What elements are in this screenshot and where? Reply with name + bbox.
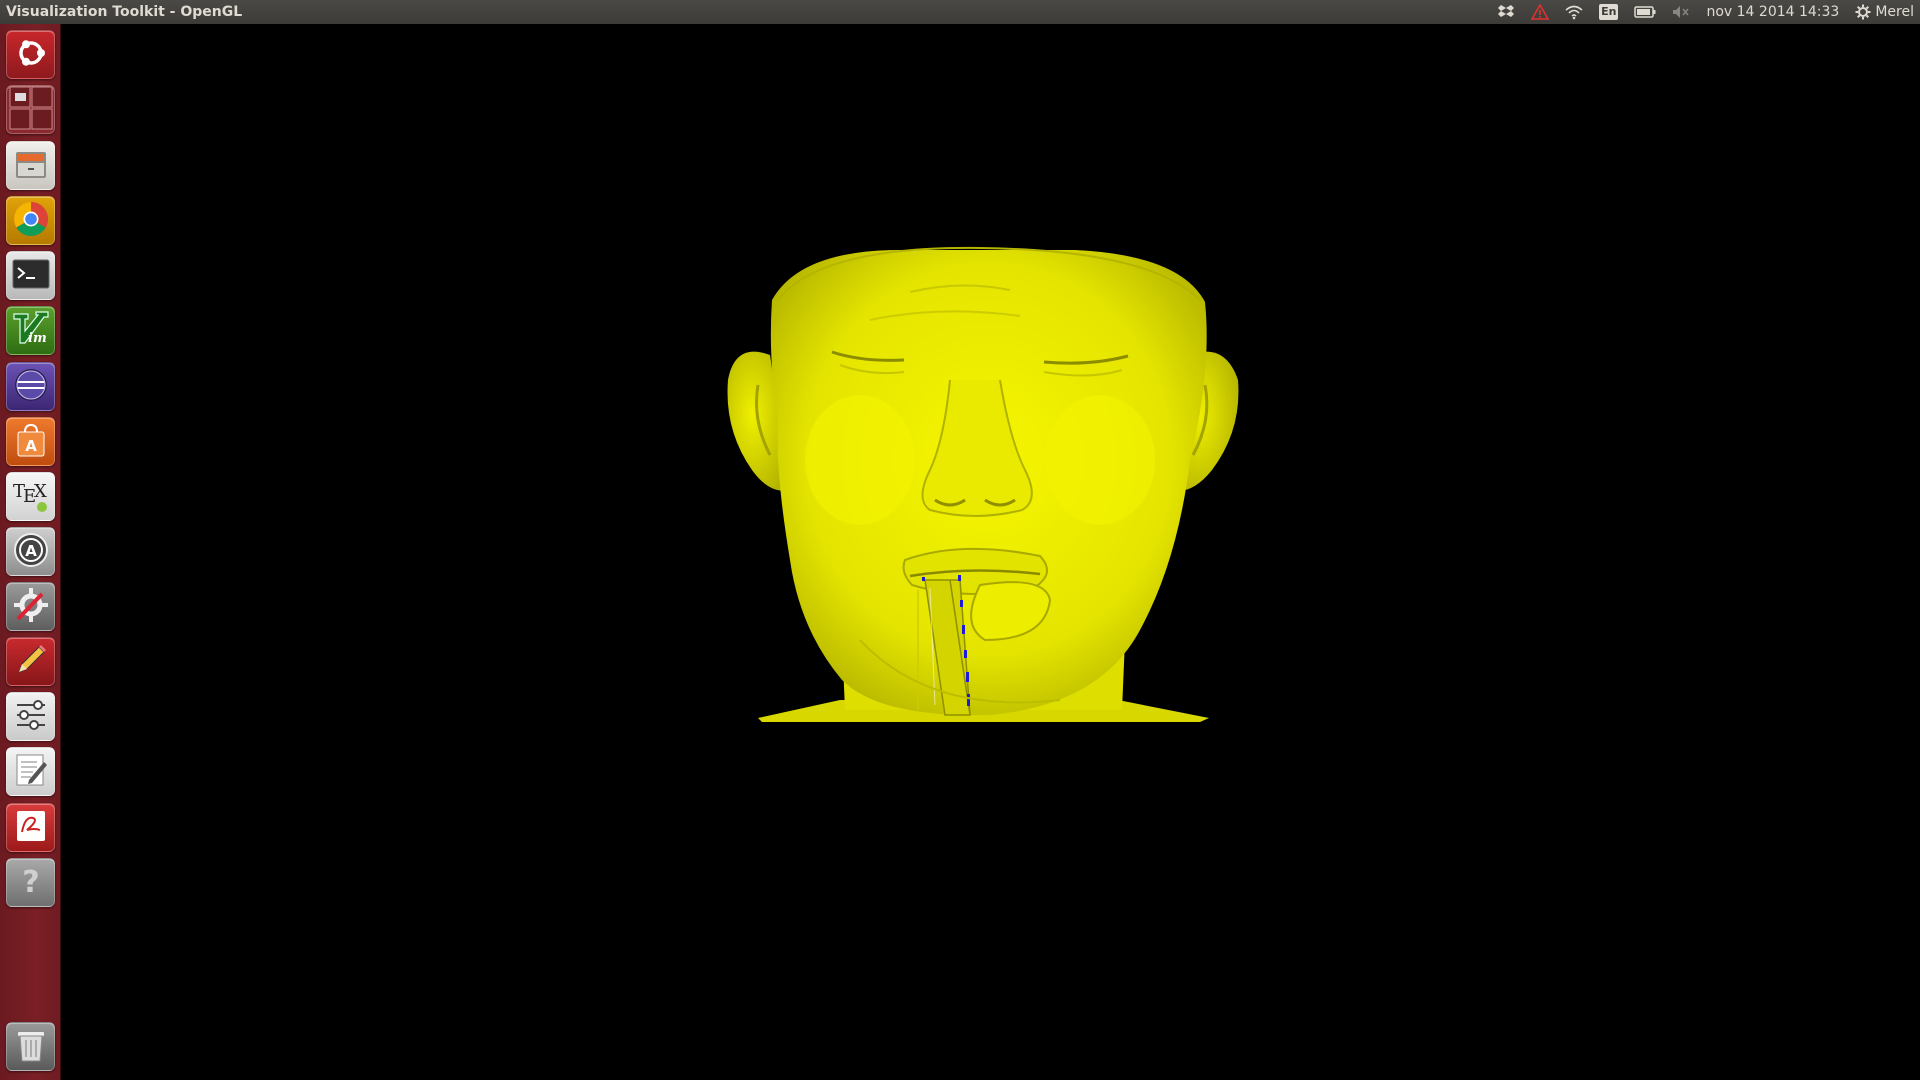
workspace-switcher-icon — [9, 86, 53, 133]
launcher-item-workspaces[interactable] — [6, 85, 55, 134]
launcher-item-document-viewer[interactable] — [6, 803, 55, 852]
software-center-icon: A — [13, 422, 49, 462]
clock[interactable]: nov 14 2014 14:33 — [1706, 0, 1839, 24]
settings-icon — [12, 586, 50, 628]
launcher-item-vim[interactable]: im — [6, 306, 55, 355]
software-updater-icon: A — [12, 531, 50, 573]
launcher: im A TEX A ? — [0, 24, 61, 1080]
launcher-item-trash[interactable] — [6, 1022, 55, 1071]
keyboard-layout-label: En — [1599, 4, 1619, 20]
top-panel: Visualization Toolkit - OpenGL En nov 14… — [0, 0, 1920, 24]
svg-text:A: A — [25, 542, 37, 560]
launcher-item-unknown[interactable]: ? — [6, 858, 55, 907]
warning-icon[interactable] — [1531, 0, 1550, 24]
terminal-icon — [12, 259, 50, 293]
tex-icon: TEX — [11, 475, 51, 519]
launcher-item-updater[interactable]: A — [6, 527, 55, 576]
launcher-item-dash[interactable] — [6, 30, 55, 79]
system-tray: En nov 14 2014 14:33 Merel — [1489, 0, 1920, 24]
keyboard-layout-indicator[interactable]: En — [1599, 0, 1619, 24]
dropbox-icon[interactable] — [1497, 0, 1515, 24]
launcher-item-chrome[interactable] — [6, 196, 55, 245]
session-gear-icon[interactable] — [1855, 0, 1871, 24]
document-viewer-icon — [13, 808, 49, 848]
window-title: Visualization Toolkit - OpenGL — [6, 4, 243, 20]
launcher-item-terminal[interactable] — [6, 251, 55, 300]
trash-icon — [14, 1026, 48, 1068]
svg-text:A: A — [25, 437, 37, 455]
user-name[interactable]: Merel — [1875, 0, 1914, 24]
pencil-icon — [13, 642, 49, 682]
launcher-item-eclipse[interactable] — [6, 362, 55, 411]
ubuntu-logo-icon — [14, 36, 48, 74]
render-viewport[interactable] — [61, 24, 1920, 1080]
launcher-item-files[interactable] — [6, 141, 55, 190]
launcher-item-editor[interactable] — [6, 637, 55, 686]
vim-icon: im — [11, 309, 51, 353]
head-surface-render[interactable] — [61, 24, 1920, 1080]
launcher-item-text-editor[interactable] — [6, 747, 55, 796]
sliders-icon — [12, 696, 50, 738]
launcher-item-tex[interactable]: TEX — [6, 472, 55, 521]
question-icon: ? — [16, 863, 46, 903]
battery-icon[interactable] — [1634, 0, 1656, 24]
file-cabinet-icon — [13, 146, 49, 186]
launcher-item-system-settings[interactable] — [6, 582, 55, 631]
volume-muted-icon[interactable] — [1672, 0, 1690, 24]
svg-text:im: im — [28, 331, 47, 346]
chrome-icon — [12, 200, 50, 242]
wifi-icon[interactable] — [1565, 0, 1583, 24]
eclipse-icon — [12, 366, 50, 408]
launcher-item-software-center[interactable]: A — [6, 417, 55, 466]
text-editor-icon — [13, 752, 49, 792]
svg-text:X: X — [34, 481, 47, 502]
svg-text:?: ? — [22, 865, 39, 899]
launcher-item-settings-manager[interactable] — [6, 692, 55, 741]
